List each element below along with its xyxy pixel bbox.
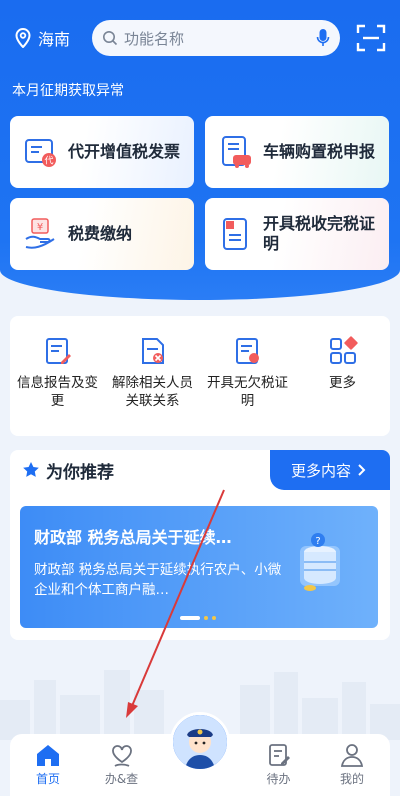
no-arrears-cert-icon [235,338,259,364]
service-label: 解除相关人员关联关系 [112,375,193,409]
service-unlink-relation[interactable]: 解除相关人员关联关系 [109,336,197,436]
tab-label: 首页 [35,772,60,786]
card-vehicle-tax[interactable]: 车辆购置税申报 [205,116,389,188]
card-tax-certificate[interactable]: 开具税收完税证明 [205,198,389,270]
user-icon [340,744,364,767]
database-illustration-icon: ? [300,533,340,591]
svg-text:代: 代 [44,156,53,167]
recommend-title: 为你推荐 [46,462,114,483]
tab-todo[interactable]: 待办 [249,734,309,796]
top-bar: 海南 功能名称 [14,18,386,58]
home-icon [37,745,59,766]
card-label: 税费缴纳 [68,224,133,243]
svg-text:?: ? [315,536,320,547]
grid-more-icon [329,336,358,364]
info-report-icon [45,338,71,364]
vehicle-tax-icon [222,136,251,168]
news-banner[interactable]: 财政部 税务总局关于延续… 财政部 税务总局关于延续执行农户、小微企业和个体工商… [20,506,378,628]
assistant-avatar[interactable] [170,712,230,772]
more-content-label: 更多内容 [290,461,351,480]
carousel-indicator [180,616,216,620]
card-label: 开具税收完税证明 [263,214,376,253]
service-grid: 信息报告及变更 解除相关人员关联关系 开具无欠税证明 更多 [10,316,390,436]
search-input[interactable]: 功能名称 [92,20,340,56]
svg-text:¥: ¥ [37,222,43,233]
payment-hand-icon: ¥ [25,218,55,249]
location-pin-icon [15,28,31,48]
recommend-section: 为你推荐 更多内容 财政部 税务总局关于延续… 财政部 税务总局关于延续执行农户… [10,450,390,640]
tab-label: 我的 [339,772,364,786]
tax-officer-avatar-icon [173,715,227,769]
location-label: 海南 [38,30,71,49]
tab-mine[interactable]: 我的 [322,734,382,796]
service-more[interactable]: 更多 [299,336,387,436]
card-tax-payment[interactable]: ¥ 税费缴纳 [10,198,194,270]
banner-title: 财政部 税务总局关于延续… [34,528,232,547]
service-label: 信息报告及变更 [17,375,98,409]
search-icon [103,31,118,46]
service-no-arrears-cert[interactable]: 开具无欠税证明 [204,336,292,436]
tab-handle-query[interactable]: 办&查 [92,734,152,796]
banner-description: 财政部 税务总局关于延续执行农户、小微企业和个体工商户融… [34,562,282,598]
location-selector[interactable]: 海南 [14,26,92,50]
unlink-document-icon [141,338,164,364]
card-vat-invoice[interactable]: 代 代开增值税发票 [10,116,194,188]
certificate-icon [223,218,247,250]
search-placeholder: 功能名称 [124,29,185,48]
heart-hand-icon [111,745,132,767]
tab-label: 待办 [266,772,291,786]
card-label: 车辆购置税申报 [263,142,376,161]
more-content-button[interactable]: 更多内容 [270,450,390,490]
microphone-icon[interactable] [316,28,330,48]
star-icon [23,462,39,477]
invoice-icon: 代 [25,139,56,167]
period-notice: 本月征期获取异常 [12,83,124,99]
scan-icon[interactable] [356,23,386,53]
tab-label: 办&查 [104,772,139,786]
service-info-report[interactable]: 信息报告及变更 [14,336,102,436]
service-label: 开具无欠税证明 [207,375,288,409]
service-label: 更多 [329,375,356,391]
todo-edit-icon [268,744,290,766]
tab-home[interactable]: 首页 [18,734,78,796]
chevron-right-icon [358,464,366,476]
card-label: 代开增值税发票 [68,142,181,161]
